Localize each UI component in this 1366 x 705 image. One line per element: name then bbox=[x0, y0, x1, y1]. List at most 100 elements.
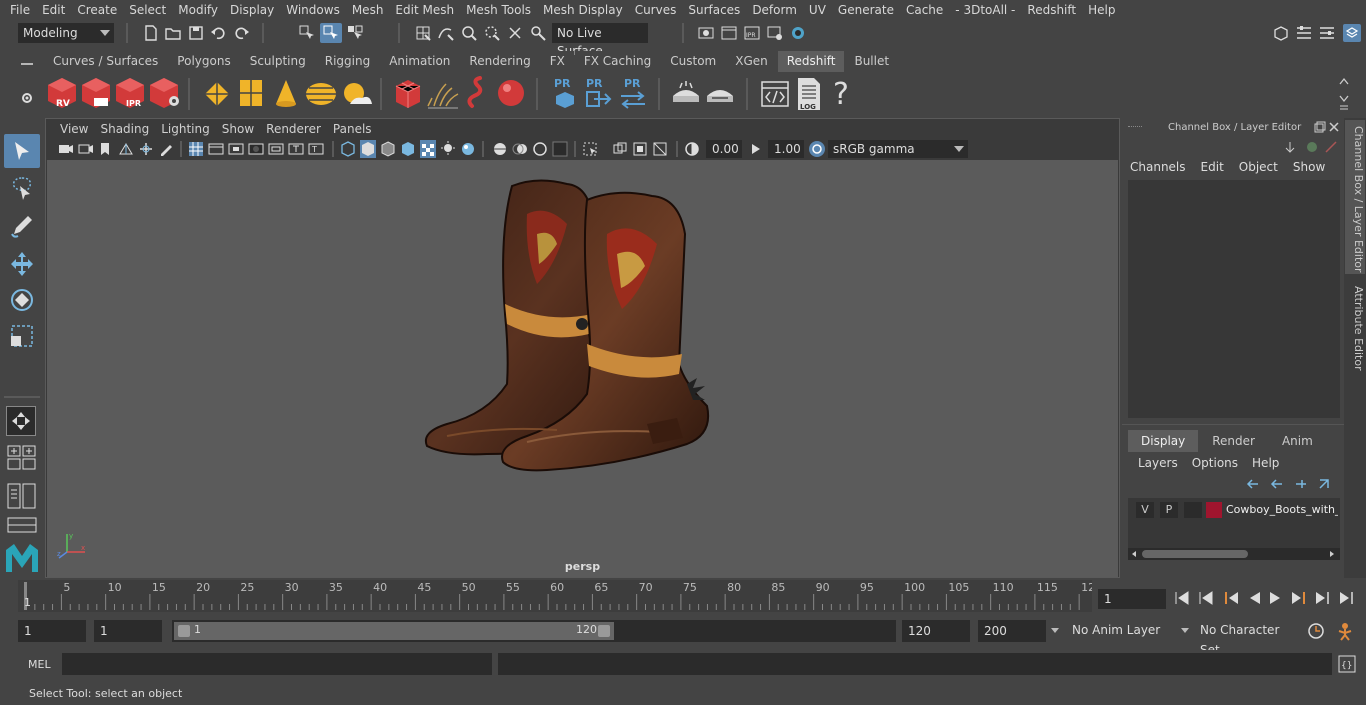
gear-icon[interactable] bbox=[20, 91, 34, 105]
safe-action-icon[interactable] bbox=[288, 140, 304, 158]
shelf-tab-sculpting[interactable]: Sculpting bbox=[240, 51, 315, 72]
shelf-tab-bullet[interactable]: Bullet bbox=[845, 51, 899, 72]
menu-edit-mesh[interactable]: Edit Mesh bbox=[389, 3, 460, 17]
shelf-tab-rigging[interactable]: Rigging bbox=[315, 51, 380, 72]
paint-select-icon[interactable] bbox=[8, 212, 36, 240]
shelf-tab-redshift[interactable]: Redshift bbox=[777, 51, 845, 72]
shelf-tab-curves-surfaces[interactable]: Curves / Surfaces bbox=[44, 51, 168, 72]
new-scene-icon[interactable] bbox=[142, 24, 160, 42]
step-back-frame-icon[interactable] bbox=[1225, 592, 1238, 604]
wireframe-icon[interactable] bbox=[340, 140, 356, 158]
xray-components-icon[interactable] bbox=[652, 140, 668, 158]
chevron-down-icon[interactable] bbox=[1050, 627, 1060, 635]
shelf-tab-rendering[interactable]: Rendering bbox=[460, 51, 540, 72]
image-plane-icon[interactable] bbox=[118, 140, 134, 158]
material-ball-icon[interactable] bbox=[496, 78, 526, 108]
layer-list-scrollbar[interactable] bbox=[1128, 548, 1340, 560]
xray-icon[interactable] bbox=[612, 140, 628, 158]
xray-joints-icon[interactable] bbox=[632, 140, 648, 158]
bookmark-icon[interactable] bbox=[98, 140, 112, 158]
character-set-selector[interactable]: No Character Set bbox=[1196, 620, 1296, 657]
playback-start-field[interactable]: 1 bbox=[94, 620, 162, 642]
proxy-mesh-icon[interactable] bbox=[394, 78, 422, 110]
gate-mask-icon[interactable] bbox=[248, 140, 264, 158]
move-tool-icon[interactable] bbox=[8, 250, 36, 278]
select-object-mode-button[interactable] bbox=[320, 23, 342, 43]
menu-mesh[interactable]: Mesh bbox=[346, 3, 390, 17]
hypershade-icon[interactable] bbox=[789, 24, 807, 42]
isolate-select-icon[interactable] bbox=[582, 140, 598, 158]
shelf-scroll-icon[interactable] bbox=[1338, 76, 1350, 112]
depth-of-field-icon[interactable] bbox=[552, 140, 568, 158]
menu-modify[interactable]: Modify bbox=[172, 3, 224, 17]
menu-3dtoall[interactable]: - 3DtoAll - bbox=[949, 3, 1021, 17]
tab-attribute-editor[interactable]: Attribute Editor bbox=[1345, 280, 1365, 380]
gamma-icon[interactable] bbox=[748, 140, 764, 158]
ipr-redshift-icon[interactable]: IPR bbox=[114, 76, 146, 110]
layer-visibility-toggle[interactable]: V bbox=[1136, 502, 1154, 518]
menu-redshift[interactable]: Redshift bbox=[1021, 3, 1082, 17]
motion-blur-icon[interactable] bbox=[512, 140, 528, 158]
shelf-tab-fx[interactable]: FX bbox=[540, 51, 574, 72]
film-gate-icon[interactable] bbox=[208, 140, 224, 158]
tool-settings-icon[interactable] bbox=[1318, 24, 1336, 42]
start-time-field[interactable]: 1 bbox=[18, 620, 86, 642]
menu-edit[interactable]: Edit bbox=[36, 3, 71, 17]
step-back-key-icon[interactable] bbox=[1199, 591, 1213, 605]
shelf-tab-custom[interactable]: Custom bbox=[661, 51, 726, 72]
step-forward-frame-icon[interactable] bbox=[1292, 592, 1305, 604]
layer-name[interactable]: Cowboy_Boots_with_S bbox=[1226, 503, 1338, 516]
ipr-render-icon[interactable]: IPR bbox=[743, 24, 761, 42]
area-light-icon[interactable] bbox=[238, 78, 264, 108]
attribute-editor-icon[interactable] bbox=[1295, 24, 1313, 42]
menu-file[interactable]: File bbox=[4, 3, 36, 17]
shelf-tab-xgen[interactable]: XGen bbox=[726, 51, 777, 72]
snap-live-icon[interactable] bbox=[506, 24, 524, 42]
panel-menu-renderer[interactable]: Renderer bbox=[260, 122, 327, 136]
step-forward-key-icon[interactable] bbox=[1316, 592, 1329, 604]
last-tool-button[interactable] bbox=[6, 406, 36, 436]
animation-preferences-icon[interactable] bbox=[1334, 621, 1356, 641]
save-scene-icon[interactable] bbox=[187, 24, 205, 42]
play-forwards-icon[interactable] bbox=[1270, 592, 1280, 604]
shelf-tab-polygons[interactable]: Polygons bbox=[168, 51, 240, 72]
pr-export-icon[interactable]: PR bbox=[584, 76, 612, 110]
layer-row[interactable]: V P Cowboy_Boots_with_S bbox=[1132, 500, 1338, 520]
camera-icon[interactable] bbox=[58, 140, 74, 158]
channel-box-menu-show[interactable]: Show bbox=[1293, 160, 1332, 174]
layer-color-swatch[interactable] bbox=[1206, 502, 1222, 518]
script-editor-icon[interactable]: {} bbox=[1338, 655, 1356, 673]
layer-menu-layers[interactable]: Layers bbox=[1138, 456, 1178, 470]
panel-menu-panels[interactable]: Panels bbox=[327, 122, 378, 136]
snap-curve-icon[interactable] bbox=[437, 24, 455, 42]
bake-icon[interactable] bbox=[670, 80, 702, 108]
go-to-start-icon[interactable] bbox=[1175, 591, 1189, 605]
exposure-field[interactable]: 0.00 bbox=[706, 140, 742, 158]
camera-attributes-icon[interactable] bbox=[78, 140, 94, 158]
render-view-redshift-icon[interactable]: RV bbox=[46, 76, 78, 110]
3d-viewport[interactable]: y x z persp bbox=[47, 160, 1118, 577]
dome-light-icon[interactable] bbox=[304, 80, 338, 108]
render-frame-icon[interactable] bbox=[720, 24, 738, 42]
channel-box-menu-channels[interactable]: Channels bbox=[1130, 160, 1193, 174]
rect-light-icon[interactable] bbox=[202, 80, 232, 108]
resolution-gate-icon[interactable] bbox=[228, 140, 244, 158]
drag-handle[interactable] bbox=[1128, 126, 1142, 130]
chevron-down-icon[interactable] bbox=[1180, 627, 1190, 635]
color-management-icon[interactable] bbox=[808, 140, 826, 158]
menu-windows[interactable]: Windows bbox=[280, 3, 346, 17]
channel-box-menu-edit[interactable]: Edit bbox=[1201, 160, 1231, 174]
render-view-icon[interactable] bbox=[697, 24, 715, 42]
grease-pencil-icon[interactable] bbox=[158, 140, 174, 158]
textured-icon[interactable] bbox=[400, 140, 416, 158]
layer-type-toggle[interactable] bbox=[1184, 502, 1202, 518]
playback-end-field[interactable]: 120 bbox=[902, 620, 970, 642]
close-icon[interactable] bbox=[1328, 121, 1340, 133]
shelf-tab-animation[interactable]: Animation bbox=[380, 51, 460, 72]
menu-generate[interactable]: Generate bbox=[832, 3, 900, 17]
rotate-tool-icon[interactable] bbox=[8, 286, 36, 314]
mode-selector[interactable]: Modeling bbox=[18, 23, 114, 43]
layer-playback-toggle[interactable]: P bbox=[1160, 502, 1178, 518]
live-surface-field[interactable]: No Live Surface bbox=[552, 23, 648, 58]
range-start-grip[interactable] bbox=[178, 625, 190, 637]
